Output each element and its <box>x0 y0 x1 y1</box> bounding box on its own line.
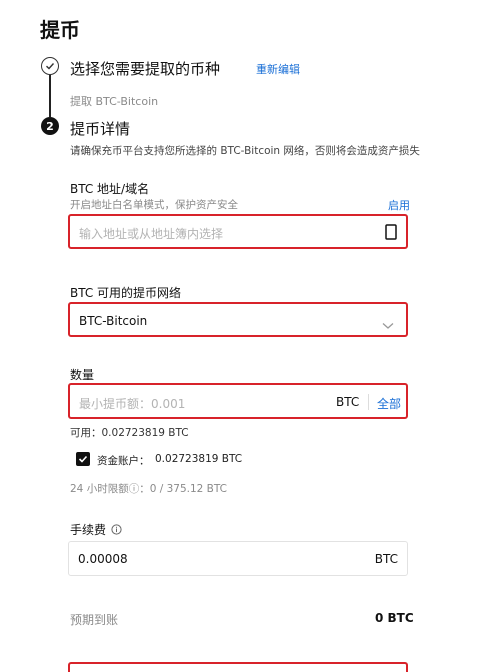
step-connector-line <box>49 75 51 117</box>
address-label: BTC 地址/域名 <box>70 182 150 196</box>
address-input-placeholder: 输入地址或从地址簿内选择 <box>79 227 224 241</box>
network-select[interactable]: BTC-Bitcoin <box>68 302 408 337</box>
whitelist-hint: 开启地址白名单模式，保护资产安全 <box>70 199 238 211</box>
expected-label: 预期到账 <box>70 613 119 627</box>
page-title: 提币 <box>40 18 80 42</box>
fee-field: 0.00008 BTC <box>68 541 408 576</box>
amount-unit: BTC <box>336 395 360 409</box>
enable-whitelist-link[interactable]: 启用 <box>388 197 410 213</box>
fee-label: 手续费 <box>70 523 107 537</box>
step-1-check-icon <box>41 57 59 75</box>
amount-input[interactable]: 最小提币额：0.001 BTC 全部 <box>68 383 408 419</box>
fund-account-label: 资金账户： <box>97 455 150 467</box>
fee-value: 0.00008 <box>78 552 128 566</box>
info-icon[interactable] <box>111 520 122 539</box>
chevron-down-icon <box>382 315 394 334</box>
daily-limit: 24 小时限额ⓘ：0 / 375.12 BTC <box>70 483 228 495</box>
re-edit-link[interactable]: 重新编辑 <box>256 61 300 77</box>
check-icon <box>78 455 88 463</box>
all-amount-button[interactable]: 全部 <box>377 395 401 412</box>
step-2-number-badge: 2 <box>41 117 59 135</box>
expected-value: 0 BTC <box>375 611 414 625</box>
submit-button-partial[interactable] <box>68 662 408 672</box>
network-notice: 请确保充币平台支持您所选择的 BTC-Bitcoin 网络，否则将会造成资产损失 <box>70 145 420 157</box>
address-input[interactable]: 输入地址或从地址簿内选择 <box>68 214 408 249</box>
network-selected-value: BTC-Bitcoin <box>79 314 148 328</box>
available-balance: 可用：0.02723819 BTC <box>70 427 189 439</box>
amount-divider <box>368 394 369 410</box>
step-1-title: 选择您需要提取的币种 <box>70 60 221 78</box>
address-book-icon[interactable] <box>385 224 397 244</box>
step-1-summary: 提取 BTC-Bitcoin <box>70 95 159 108</box>
amount-input-placeholder: 最小提币额：0.001 <box>79 397 186 411</box>
network-label: BTC 可用的提币网络 <box>70 286 182 300</box>
amount-label: 数量 <box>70 368 95 382</box>
fee-unit: BTC <box>374 552 398 566</box>
step-2-title: 提币详情 <box>70 120 131 138</box>
fund-account-value: 0.02723819 BTC <box>155 453 243 465</box>
fund-account-checkbox[interactable] <box>76 452 90 466</box>
